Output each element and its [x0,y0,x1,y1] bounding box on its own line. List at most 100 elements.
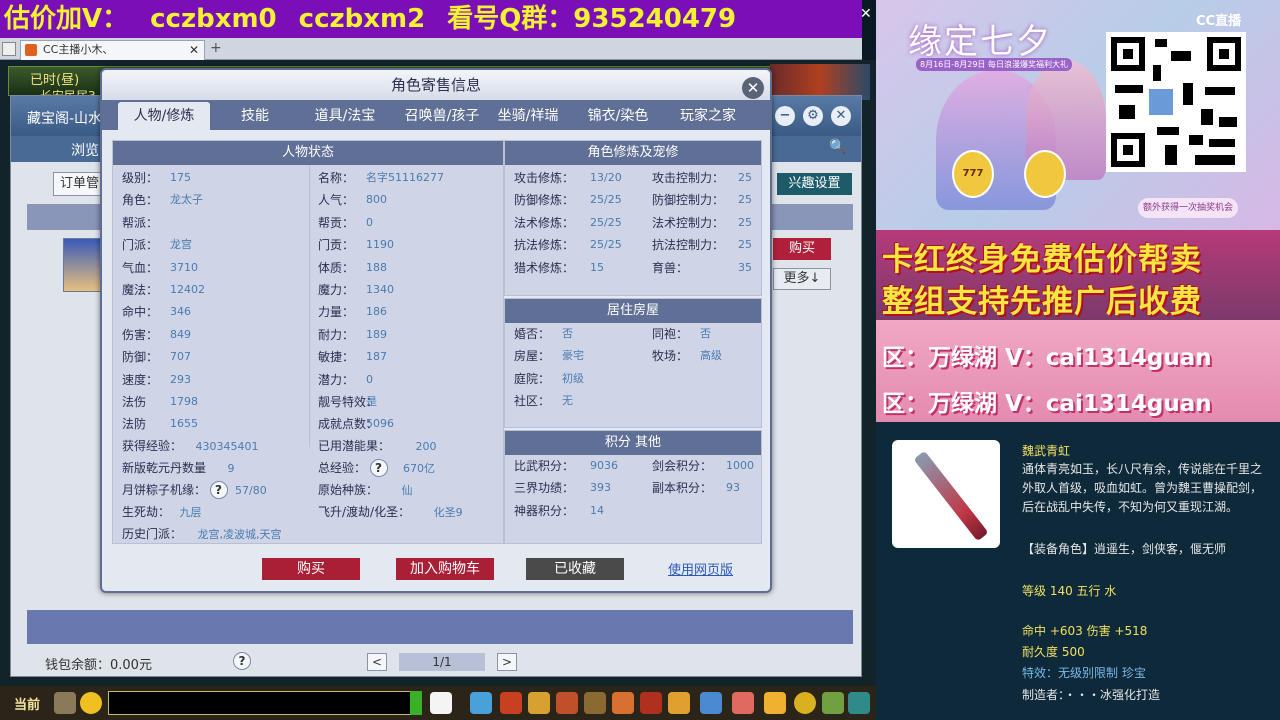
qr-finder [1111,37,1145,71]
friends-icon[interactable] [668,692,690,714]
item-level: 等级 140 五行 水 [1022,584,1117,598]
skills-icon[interactable] [528,692,550,714]
help-icon[interactable]: ? [233,652,251,670]
chat-send-indicator [410,691,422,715]
close-icon[interactable]: ✕ [742,77,764,99]
pet-icon[interactable] [430,692,452,714]
tab-items[interactable]: 道具/法宝 [300,102,390,130]
close-tab-icon[interactable]: ✕ [189,41,199,59]
quest-icon[interactable] [612,692,634,714]
wallet-balance: 钱包余额：0.00元 [45,658,152,673]
next-page-button[interactable]: > [497,653,517,671]
settings-gear-icon[interactable]: ⚙ [803,106,823,126]
guild-icon[interactable] [584,692,606,714]
field-value: 1340 [366,283,394,296]
ranking-icon[interactable] [764,692,786,714]
team-icon[interactable] [556,692,578,714]
contact-line: 区：万绿湖 V：cai1314guan [882,391,1212,417]
microphone-icon[interactable] [54,692,76,714]
stat-row: 社区： 无 [514,390,758,412]
field-label: 新版乾元丹数量 [122,461,207,475]
qr-module [1155,39,1167,47]
stat-row: 帮贡： 0 [318,212,373,234]
chat-input[interactable] [108,691,422,715]
field-value: 1000 [726,459,754,472]
web-version-link[interactable]: 使用网页版 [668,559,733,578]
stat-row: 成就点数： 5096 [318,413,394,435]
stat-row: 抗法修炼： 25/25 抗法控制力： 25 [514,234,758,256]
mail-icon[interactable] [700,692,722,714]
chat-channel-label[interactable]: 当前 [14,694,40,713]
bag-icon[interactable] [500,692,522,714]
help-icon[interactable]: ? [209,481,228,499]
divider [309,165,310,447]
help-icon[interactable]: ? [369,459,388,477]
field-value: 15 [590,260,604,274]
stat-row: 速度： 293 [122,369,191,391]
field-label: 潜力： [318,372,355,387]
qr-module [1205,87,1235,95]
field-label: 防御修炼： [514,193,575,208]
stat-row: 猎术修炼： 15 育兽： 35 [514,257,758,279]
tab-home[interactable]: 玩家之家 [668,102,748,130]
tab-skills[interactable]: 技能 [220,102,290,130]
field-value: 是 [366,395,377,408]
stat-row: 防御修炼： 25/25 防御控制力： 25 [514,189,758,211]
field-value: 化圣9 [433,506,463,519]
tab-pets[interactable]: 召唤兽/孩子 [392,102,492,130]
panel-title: 积分 其他 [505,431,761,455]
page-indicator: 1/1 [399,653,485,671]
field-label: 体质： [318,260,355,275]
prev-page-button[interactable]: < [367,653,387,671]
field-value: 25 [738,193,752,207]
stat-row: 神器积分： 14 [514,500,758,522]
smile-icon[interactable] [794,692,816,714]
stat-row: 气血： 3710 [122,257,198,279]
search-icon[interactable]: 🔍 [829,139,849,159]
stream-side-panel: 缘定七夕 8月16日-8月29日 每日浪漫爆奖福利大礼 777 额外获得一次抽奖… [876,0,1280,720]
system-icon[interactable] [822,692,844,714]
cc-live-logo: CC直播 [1196,14,1242,29]
add-to-cart-button[interactable]: 加入购物车 [396,558,494,580]
promo-tag: 额外获得一次抽奖机会 [1138,198,1238,218]
tab-character[interactable]: 人物/修炼 [118,102,210,130]
total-exp-row: 总经验： ? 670亿 [318,457,435,479]
field-label: 历史门派： [122,527,183,541]
stat-row: 门派： 龙宫 [122,234,192,256]
field-value: 25 [738,215,752,229]
weapon-icon[interactable] [470,692,492,714]
new-tab-button[interactable]: + [210,40,226,58]
item-name: 魏武青虹 [1022,444,1071,458]
field-label: 育兽： [652,260,689,275]
field-value: 25/25 [590,238,622,252]
more-button[interactable]: 更多↓ [773,268,831,290]
close-icon[interactable]: ✕ [831,106,851,126]
interest-settings-button[interactable]: 兴趣设置 [777,173,852,195]
stat-row: 法伤 1798 [122,391,198,413]
list-buy-button[interactable]: 购买 [773,238,831,260]
field-value: 25 [738,238,752,252]
buy-button[interactable]: 购买 [262,558,360,580]
list-footer [27,610,853,644]
stat-row: 潜力： 0 [318,369,373,391]
minimize-icon[interactable]: − [775,106,795,126]
favorited-button[interactable]: 已收藏 [526,558,624,580]
tab-outfits[interactable]: 锦衣/染色 [580,102,656,130]
window-menu-icon[interactable] [2,42,16,56]
emoji-icon[interactable] [80,692,102,714]
field-value: 13/20 [590,171,622,184]
qr-finder [1207,37,1241,71]
field-label: 名称： [318,171,355,185]
field-label: 庭院： [514,371,551,386]
field-label: 婚否： [514,327,551,341]
field-value: 仙 [401,484,413,497]
field-value: 名字51116277 [366,171,444,184]
browser-tab[interactable]: CC主播小木、 ✕ [20,40,205,60]
activity-icon[interactable] [732,692,754,714]
browse-link[interactable]: 浏览 [71,140,99,160]
shop-icon[interactable] [640,692,662,714]
tab-mounts[interactable]: 坐骑/祥瑞 [490,102,566,130]
settings-icon[interactable] [848,692,870,714]
close-icon[interactable]: ✕ [860,6,874,26]
field-label: 牧场： [652,349,689,364]
